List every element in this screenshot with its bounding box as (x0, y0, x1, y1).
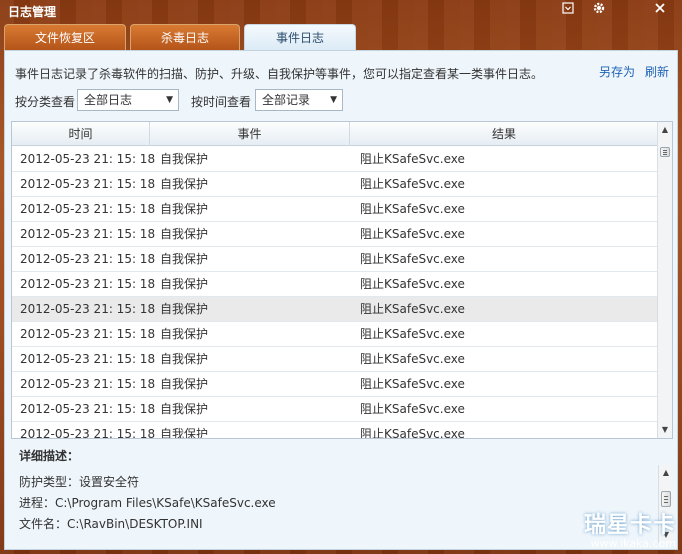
column-header-event[interactable]: 事件 (150, 122, 350, 146)
table-row[interactable]: 2012-05-23 21: 15: 18 自我保护 阻止KSafeSvc.exe (12, 322, 658, 347)
table-header: 时间 事件 结果 (12, 122, 658, 146)
cell-time: 2012-05-23 21: 15: 18 (20, 227, 156, 241)
gear-icon[interactable] (589, 1, 609, 19)
detail-section: 详细描述： 防护类型：设置安全符 进程：C:\Program Files\KSa… (11, 439, 673, 545)
cell-result: 阻止KSafeSvc.exe (360, 227, 465, 241)
table-row[interactable]: 2012-05-23 21: 15: 18 自我保护 阻止KSafeSvc.exe (12, 247, 658, 272)
cell-event: 自我保护 (160, 227, 209, 241)
cell-event: 自我保护 (160, 377, 209, 391)
detail-protection-type: 防护类型：设置安全符 (19, 475, 140, 489)
watermark-logo: 瑞星卡卡 www.ikaka.com (584, 507, 676, 550)
column-header-time[interactable]: 时间 (12, 122, 150, 146)
cell-time: 2012-05-23 21: 15: 18 (20, 327, 156, 341)
refresh-link[interactable]: 刷新 (645, 63, 669, 80)
cell-result: 阻止KSafeSvc.exe (360, 352, 465, 366)
tab-file-recovery[interactable]: 文件恢复区 (4, 24, 126, 50)
title-bar: 日志管理 (0, 0, 682, 22)
cell-result: 阻止KSafeSvc.exe (360, 327, 465, 341)
column-header-result[interactable]: 结果 (350, 122, 658, 146)
window-title: 日志管理 (8, 5, 57, 19)
close-icon[interactable] (650, 1, 670, 19)
tab-antivirus-log[interactable]: 杀毒日志 (130, 24, 240, 50)
dropdown-icon[interactable] (558, 1, 578, 19)
cell-time: 2012-05-23 21: 15: 18 (20, 277, 156, 291)
event-table: 时间 事件 结果 2012-05-23 21: 15: 18 自我保护 阻止KSaf… (11, 121, 673, 439)
cell-result: 阻止KSafeSvc.exe (360, 427, 465, 439)
detail-filename: 文件名：C:\RavBin\DESKTOP.INI (19, 517, 203, 531)
detail-process: 进程：C:\Program Files\KSafe\KSafeSvc.exe (19, 496, 276, 510)
scroll-up-icon[interactable]: ▲ (659, 466, 673, 480)
cell-result: 阻止KSafeSvc.exe (360, 402, 465, 416)
cell-result: 阻止KSafeSvc.exe (360, 277, 465, 291)
cell-result: 阻止KSafeSvc.exe (360, 177, 465, 191)
tab-bar: 文件恢复区 杀毒日志 事件日志 (0, 24, 682, 50)
chevron-down-icon: ▼ (330, 95, 337, 105)
time-select-value: 全部记录 (262, 93, 311, 107)
cell-event: 自我保护 (160, 177, 209, 191)
cell-result: 阻止KSafeSvc.exe (360, 252, 465, 266)
table-row[interactable]: 2012-05-23 21: 15: 18 自我保护 阻止KSafeSvc.exe (12, 222, 658, 247)
cell-event: 自我保护 (160, 327, 209, 341)
cell-event: 自我保护 (160, 427, 209, 439)
table-row[interactable]: 2012-05-23 21: 15: 18 自我保护 阻止KSafeSvc.exe (12, 422, 658, 439)
table-scrollbar[interactable]: ▲ ▼ (657, 122, 672, 438)
event-log-panel: 事件日志记录了杀毒软件的扫描、防护、升级、自我保护等事件，您可以指定查看某一类事… (4, 50, 678, 550)
save-as-link[interactable]: 另存为 (599, 63, 635, 80)
cell-result: 阻止KSafeSvc.exe (360, 152, 465, 166)
cell-time: 2012-05-23 21: 15: 18 (20, 202, 156, 216)
cell-time: 2012-05-23 21: 15: 18 (20, 402, 156, 416)
cell-event: 自我保护 (160, 202, 209, 216)
cell-result: 阻止KSafeSvc.exe (360, 202, 465, 216)
cell-event: 自我保护 (160, 352, 209, 366)
table-row[interactable]: 2012-05-23 21: 15: 18 自我保护 阻止KSafeSvc.exe (12, 397, 658, 422)
cell-time: 2012-05-23 21: 15: 18 (20, 302, 156, 316)
tab-event-log[interactable]: 事件日志 (244, 24, 356, 50)
watermark-sub: www.ikaka.com (590, 537, 676, 550)
table-row[interactable]: 2012-05-23 21: 15: 18 自我保护 阻止KSafeSvc.exe (12, 172, 658, 197)
cell-time: 2012-05-23 21: 15: 18 (20, 377, 156, 391)
cell-event: 自我保护 (160, 252, 209, 266)
scroll-down-icon[interactable]: ▼ (658, 423, 672, 437)
table-body: 2012-05-23 21: 15: 18 自我保护 阻止KSafeSvc.exe 2… (12, 147, 658, 439)
category-select-value: 全部日志 (84, 93, 133, 107)
scroll-up-icon[interactable]: ▲ (658, 123, 672, 137)
detail-title: 详细描述： (19, 449, 80, 463)
cell-time: 2012-05-23 21: 15: 18 (20, 427, 156, 439)
cell-event: 自我保护 (160, 277, 209, 291)
cell-event: 自我保护 (160, 302, 209, 316)
scrollbar-thumb[interactable] (660, 147, 670, 157)
cell-time: 2012-05-23 21: 15: 18 (20, 177, 156, 191)
table-row[interactable]: 2012-05-23 21: 15: 18 自我保护 阻止KSafeSvc.exe (12, 297, 658, 322)
table-row[interactable]: 2012-05-23 21: 15: 18 自我保护 阻止KSafeSvc.exe (12, 147, 658, 172)
detail-scrollbar-thumb[interactable] (661, 491, 671, 507)
panel-description: 事件日志记录了杀毒软件的扫描、防护、升级、自我保护等事件，您可以指定查看某一类事… (15, 67, 544, 81)
cell-result: 阻止KSafeSvc.exe (360, 302, 465, 316)
watermark-main: 瑞星卡卡 (583, 513, 676, 538)
cell-time: 2012-05-23 21: 15: 18 (20, 252, 156, 266)
time-filter-label: 按时间查看 (191, 95, 252, 109)
table-row[interactable]: 2012-05-23 21: 15: 18 自我保护 阻止KSafeSvc.exe (12, 372, 658, 397)
time-select[interactable]: 全部记录 ▼ (255, 89, 343, 111)
cell-time: 2012-05-23 21: 15: 18 (20, 352, 156, 366)
cell-event: 自我保护 (160, 402, 209, 416)
cell-result: 阻止KSafeSvc.exe (360, 377, 465, 391)
table-row[interactable]: 2012-05-23 21: 15: 18 自我保护 阻止KSafeSvc.exe (12, 272, 658, 297)
category-select[interactable]: 全部日志 ▼ (77, 89, 179, 111)
cell-event: 自我保护 (160, 152, 209, 166)
table-row[interactable]: 2012-05-23 21: 15: 18 自我保护 阻止KSafeSvc.exe (12, 347, 658, 372)
category-filter-label: 按分类查看 (15, 95, 76, 109)
cell-time: 2012-05-23 21: 15: 18 (20, 152, 156, 166)
table-row[interactable]: 2012-05-23 21: 15: 18 自我保护 阻止KSafeSvc.exe (12, 197, 658, 222)
chevron-down-icon: ▼ (166, 95, 173, 105)
